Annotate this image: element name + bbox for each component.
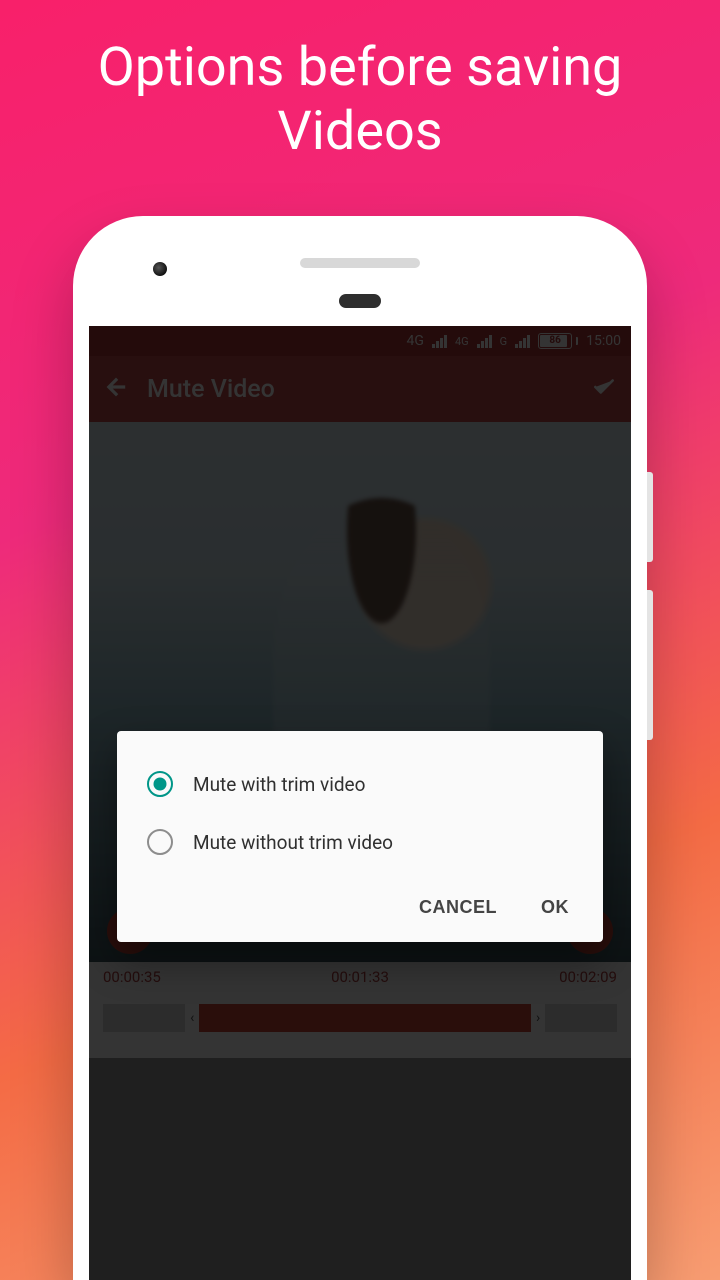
ok-button[interactable]: OK — [541, 897, 569, 918]
promo-background: Options before saving Videos 4G 4G G — [0, 0, 720, 1280]
option-mute-with-trim[interactable]: Mute with trim video — [117, 759, 603, 819]
option-mute-without-trim[interactable]: Mute without trim video — [117, 819, 603, 883]
phone-frame: 4G 4G G 86 15:00 — [73, 216, 647, 1280]
cancel-button[interactable]: CANCEL — [419, 897, 497, 918]
radio-checked-icon[interactable] — [147, 771, 173, 797]
radio-unchecked-icon[interactable] — [147, 829, 173, 855]
promo-title-line1: Options before saving — [98, 36, 623, 99]
save-options-dialog: Mute with trim video Mute without trim v… — [117, 731, 603, 942]
front-camera-icon — [153, 262, 167, 276]
option-1-label: Mute with trim video — [193, 773, 365, 796]
phone-side-button — [647, 590, 653, 740]
phone-bezel — [73, 216, 647, 326]
proximity-sensor-icon — [339, 294, 381, 308]
option-2-label: Mute without trim video — [193, 831, 393, 854]
dialog-actions: CANCEL OK — [117, 883, 603, 932]
speaker-grille-icon — [300, 258, 420, 268]
device-screen: 4G 4G G 86 15:00 — [89, 326, 631, 1280]
promo-title: Options before saving Videos — [0, 0, 720, 163]
promo-title-line2: Videos — [277, 100, 442, 163]
